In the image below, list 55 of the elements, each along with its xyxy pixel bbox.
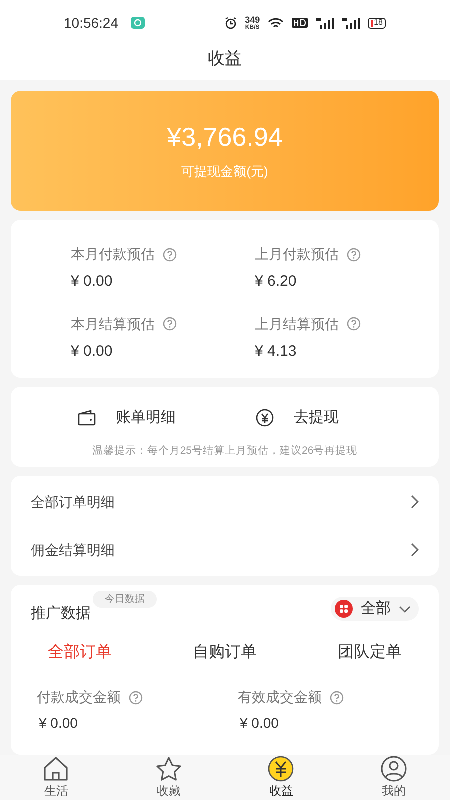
estimate-value: ¥ 0.00 — [71, 272, 114, 292]
nav-tab[interactable]: 我的 — [338, 755, 450, 800]
nav-tab[interactable]: 生活 — [0, 755, 112, 800]
metric-value: ¥ 0.00 — [38, 714, 79, 733]
estimate-value: ¥ 0.00 — [71, 342, 114, 362]
balance-amount: ¥3,766.94 — [167, 121, 283, 154]
estimate-label: 上月付款预估 — [255, 245, 339, 264]
metric-value: ¥ 0.00 — [239, 714, 280, 733]
home-icon — [42, 756, 70, 782]
yuan-coin-icon — [267, 756, 296, 782]
estimate-label: 本月付款预估 — [71, 245, 155, 264]
page-title: 收益 — [208, 48, 242, 70]
estimate-label: 本月结算预估 — [71, 314, 155, 334]
user-icon — [380, 756, 408, 782]
chevron-right-icon — [411, 495, 419, 509]
signal-icon — [316, 18, 334, 28]
help-icon[interactable] — [330, 690, 344, 704]
wallet-icon — [78, 410, 96, 426]
filter-dropdown[interactable]: 全部 — [331, 597, 419, 621]
network-speed: 349 — [245, 16, 260, 24]
star-icon — [154, 756, 183, 782]
status-time: 10:56:24 — [64, 14, 118, 32]
order-tab[interactable]: 自购订单 — [193, 641, 257, 665]
estimate-label: 上月结算预估 — [255, 314, 339, 334]
wifi-icon — [268, 18, 284, 28]
link-row[interactable]: 佣金结算明细 — [11, 526, 439, 574]
estimate-value: ¥ 6.20 — [255, 272, 298, 292]
action-button[interactable]: 账单明细 — [78, 407, 256, 430]
estimate-value: ¥ 4.13 — [255, 342, 298, 362]
yuan-coin-icon — [256, 409, 274, 428]
help-icon[interactable] — [347, 248, 361, 262]
chat-icon — [130, 17, 144, 29]
help-icon[interactable] — [163, 248, 177, 262]
nav-tab[interactable]: 收益 — [225, 755, 338, 800]
promo-title: 推广数据 — [31, 604, 91, 624]
signal-icon — [342, 18, 360, 28]
help-icon[interactable] — [129, 690, 143, 704]
order-tab[interactable]: 全部订单 — [48, 641, 112, 665]
nav-tab[interactable]: 收藏 — [112, 755, 225, 800]
metric-label: 付款成交金额 — [37, 688, 121, 707]
grid-icon — [335, 600, 353, 618]
tip-text: 温馨提示：每个月25号结算上月预估，建议26号再提现 — [92, 444, 358, 458]
help-icon[interactable] — [347, 317, 361, 331]
hd-icon — [292, 18, 308, 28]
link-row[interactable]: 全部订单明细 — [11, 478, 439, 526]
battery-indicator: 18 — [368, 18, 386, 28]
balance-label: 可提现金额(元) — [182, 162, 268, 181]
order-tab[interactable]: 团队定单 — [338, 641, 402, 665]
today-badge: 今日数据 — [93, 591, 157, 608]
chevron-right-icon — [411, 543, 419, 557]
chevron-down-icon — [399, 606, 411, 612]
metric-label: 有效成交金额 — [238, 688, 322, 707]
alarm-icon — [225, 17, 238, 29]
action-button[interactable]: 去提现 — [256, 407, 434, 430]
help-icon[interactable] — [163, 317, 177, 331]
